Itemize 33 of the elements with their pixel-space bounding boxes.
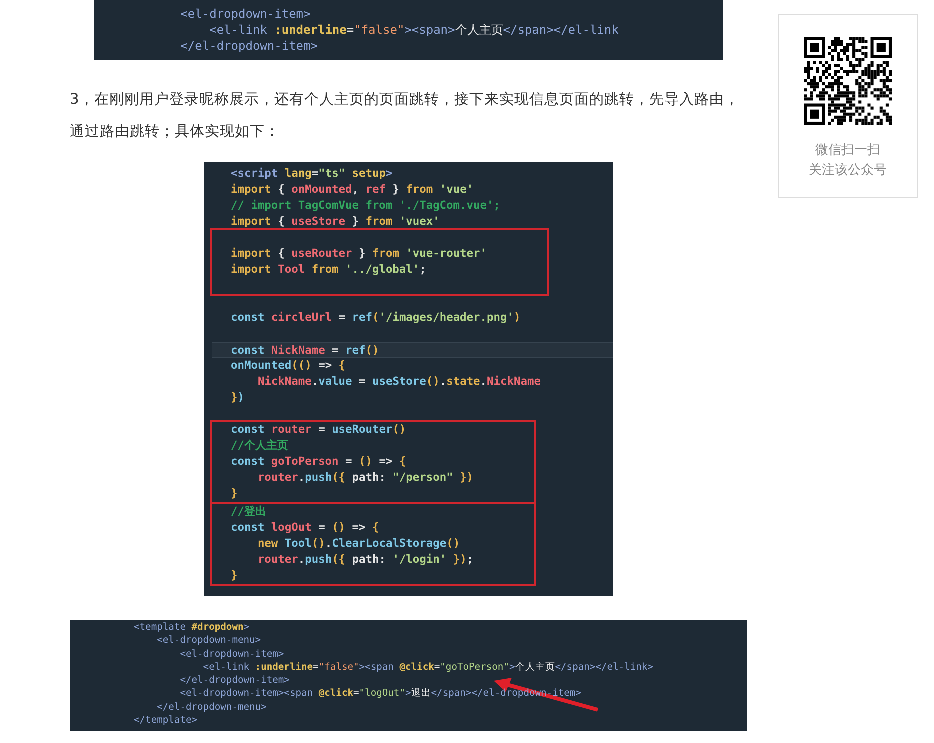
code-line: //个人主页	[230, 438, 290, 454]
code-line: <el-link :underline="false"><span>个人主页</span></el-link	[208, 22, 620, 38]
code-line: import { useStore } from 'vuex'	[230, 214, 441, 230]
paragraph: 3，在刚刚用户登录昵称展示，还有个人主页的页面跳转，接下来实现信息页面的跳转，先导入路由，通过路由跳转；具体实现如下：	[70, 90, 740, 142]
code-line: const circleUrl = ref('/images/header.png')	[230, 310, 522, 326]
code-line: router.push({ path: "/person" })	[256, 470, 474, 486]
code-line: const logOut = () => {	[230, 520, 380, 536]
code-line: //登出	[230, 504, 268, 520]
code-line: new Tool().ClearLocalStorage()	[256, 536, 462, 552]
code-line: }	[230, 486, 239, 502]
code-line: <el-link :underline="false"><span @click="goToPerson">个人主页</span></el-link>	[202, 660, 654, 674]
code-line: <el-dropdown-menu>	[156, 634, 262, 648]
code-line: router.push({ path: '/login' });	[256, 552, 474, 568]
code-line: <template #dropdown>	[134, 621, 251, 634]
code-line: <script lang="ts" setup>	[230, 166, 394, 182]
code-line: import Tool from '../global';	[230, 262, 428, 278]
code-line: })	[230, 390, 246, 406]
code-line: // import TagComVue from './TagCom.vue';	[230, 198, 502, 214]
code-line: NickName.value = useStore().state.NickName	[256, 374, 542, 390]
code-line: onMounted(() => {	[230, 358, 347, 374]
code-line: }	[230, 568, 239, 584]
qr-caption: 关注该公众号	[809, 162, 887, 180]
code-line: <el-dropdown-item>	[180, 6, 312, 22]
code-line: </template>	[134, 714, 199, 728]
code-line: </el-dropdown-item>	[179, 674, 291, 688]
code-line: <el-dropdown-item>	[179, 648, 286, 661]
code-line: import { useRouter } from 'vue-router'	[230, 246, 487, 262]
code-line: const goToPerson = () => {	[230, 454, 408, 470]
code-line: </el-dropdown-menu>	[156, 700, 268, 714]
code-line: import { onMounted, ref } from 'vue'	[230, 182, 475, 198]
qr-caption: 微信扫一扫	[814, 142, 882, 160]
code-line: </el-dropdown-item>	[180, 38, 319, 54]
code-line: const router = useRouter()	[230, 422, 408, 438]
